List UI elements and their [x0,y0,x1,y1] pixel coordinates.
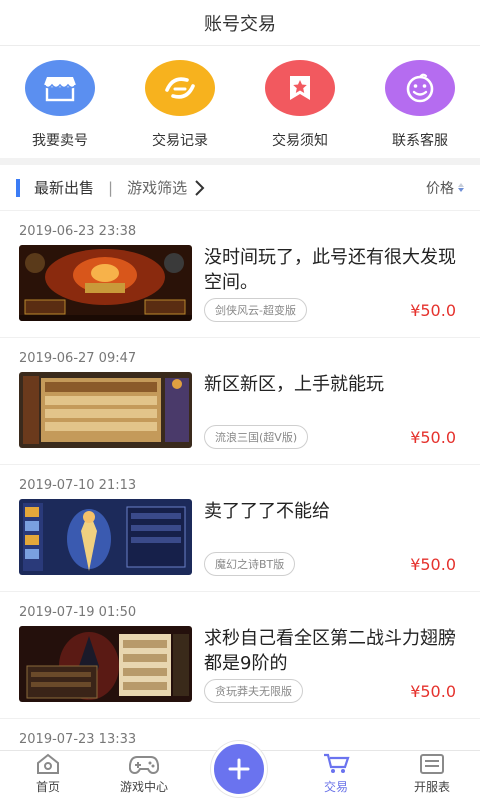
contact-support-label: 联系客服 [392,133,448,149]
quick-actions: 我要卖号 交易记录 交易须知 联系客服 [0,46,480,158]
chevron-right-icon [195,179,205,196]
tab-game-center-label: 游戏中心 [119,780,168,794]
trade-records-label: 交易记录 [152,133,208,149]
listing-time: 2019-07-10 21:13 [19,478,137,493]
trade-notice-label: 交易须知 [272,133,328,149]
contact-support-button[interactable]: 联系客服 [365,60,475,150]
game-tag: 剑侠风云-超变版 [204,298,307,322]
filter-divider: | [108,178,114,197]
latest-sale-tab[interactable]: 最新出售 [34,177,94,198]
filter-bar: 最新出售 | 游戏筛选 价格 [0,165,480,211]
add-button[interactable] [211,741,267,797]
listing-title: 求秒自己看全区第二战斗力翅膀都是9阶的 [204,628,456,674]
game-tag: 贪玩莽夫无限版 [204,679,303,703]
tab-home-label: 首页 [35,780,60,794]
game-tag: 魔幻之诗BT版 [204,552,296,576]
gamepad-icon [129,756,159,775]
page-title: 账号交易 [204,13,276,35]
tab-server-list-label: 开服表 [413,780,450,794]
listing-item[interactable]: 2019-06-23 23:38 没时间玩了，此号还有很大发现空间。 剑侠风云-… [0,211,480,338]
listing-price: ¥50.0 [410,301,456,320]
listing-time: 2019-06-23 23:38 [19,224,137,239]
listing-time: 2019-06-27 09:47 [19,351,137,366]
section-separator [0,158,480,165]
sell-account-button[interactable]: 我要卖号 [5,60,115,150]
smiley-icon [385,60,455,116]
tab-trade-label: 交易 [323,780,348,794]
tab-trade[interactable]: 交易 [288,751,384,800]
listing-item[interactable]: 2019-07-19 01:50 求秒自己看全区第二战斗力翅膀都是9阶的 贪玩莽… [0,592,480,719]
listing-title: 卖了了了不能给 [204,501,330,522]
home-icon [37,753,59,774]
price-sort-label: 价格 [426,180,454,197]
tab-server-list[interactable]: 开服表 [384,751,480,800]
sell-account-label: 我要卖号 [32,133,88,149]
trade-records-button[interactable]: 交易记录 [125,60,235,150]
listing-thumbnail[interactable] [19,245,192,321]
trade-notice-button[interactable]: 交易须知 [245,60,355,150]
listing-price: ¥50.0 [410,428,456,447]
listing-time: 2019-07-19 01:50 [19,605,137,620]
sort-arrows-icon [458,183,464,192]
store-icon [25,60,95,116]
page-header: 账号交易 [0,0,480,46]
listing-title: 没时间玩了，此号还有很大发现空间。 [204,247,456,293]
calendar-icon [420,754,444,774]
tab-home[interactable]: 首页 [0,751,96,800]
listing-thumbnail[interactable] [19,626,192,702]
price-sort-button[interactable]: 价格 [426,178,464,198]
listing-price: ¥50.0 [410,682,456,701]
cart-icon [324,753,350,773]
listing-price: ¥50.0 [410,555,456,574]
game-filter-button[interactable]: 游戏筛选 [127,177,207,198]
listing-title: 新区新区，上手就能玩 [204,374,384,395]
game-tag: 流浪三国(超V版) [204,425,309,449]
plus-icon [228,758,250,780]
tab-game-center[interactable]: 游戏中心 [96,751,192,800]
listing-item[interactable]: 2019-06-27 09:47 新区新区，上手就能玩 流浪三国(超V版) ¥5… [0,338,480,465]
game-filter-label: 游戏筛选 [127,179,188,197]
star-badge-icon [265,60,335,116]
listing-item[interactable]: 2019-07-10 21:13 卖了了了不能给 魔幻之诗BT版 ¥50.0 [0,465,480,592]
listing-thumbnail[interactable] [19,499,192,575]
filter-accent-bar [16,178,20,197]
listing-thumbnail[interactable] [19,372,192,448]
exchange-icon [145,60,215,116]
